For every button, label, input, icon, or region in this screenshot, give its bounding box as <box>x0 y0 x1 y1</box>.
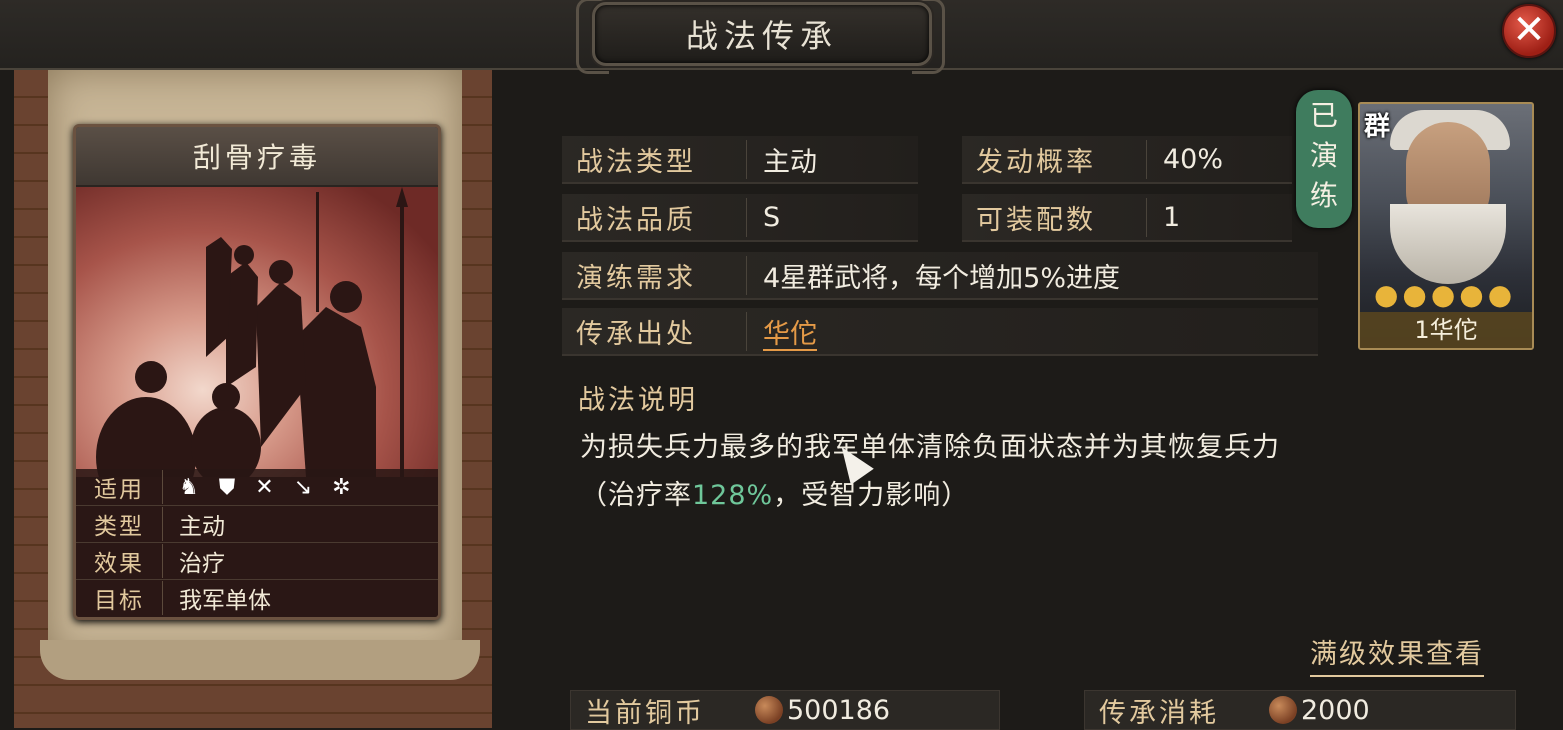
close-button[interactable]: ✕ <box>1502 4 1556 58</box>
description-text: 为损失兵力最多的我军单体清除负面状态并为其恢复兵力 （治疗率128%，受智力影响… <box>580 424 1480 520</box>
description-suffix: ，受智力影响） <box>773 480 970 511</box>
copper-coin-icon <box>1269 696 1297 724</box>
shield-icon: ⛊ <box>218 474 236 500</box>
soldiers-silhouette-art <box>96 187 408 517</box>
info-row-probability: 发动概率 40% <box>962 136 1292 184</box>
wheel-icon: ✲ <box>332 474 351 500</box>
skill-stats: 适用 ♞ ⛊ ✕ ↘ ✲ 类型 主动 效果 治疗 目标 我军单体 <box>76 469 438 617</box>
inherit-cost-bar: 传承消耗 2000 <box>1084 690 1516 730</box>
current-coins-bar: 当前铜币 500186 <box>570 690 1000 730</box>
stat-value: 我军单体 <box>179 588 271 614</box>
trained-badge: 已演练 <box>1296 90 1352 228</box>
heal-rate: 128% <box>692 480 774 511</box>
info-value: 主动 <box>763 146 817 178</box>
info-row-requirement: 演练需求 4星群武将，每个增加5%进度 <box>562 252 1318 300</box>
faction-label: 群 <box>1364 112 1391 142</box>
troop-types: ♞ ⛊ ✕ ↘ ✲ <box>163 475 351 500</box>
description-title: 战法说明 <box>578 385 698 416</box>
stat-key: 目标 <box>76 581 163 615</box>
info-key: 演练需求 <box>562 255 747 295</box>
info-row-quality: 战法品质 S <box>562 194 918 242</box>
stat-value: 主动 <box>179 514 225 540</box>
info-value: 1 <box>1163 201 1181 233</box>
stat-key: 适用 <box>76 470 163 504</box>
copper-coin-icon <box>755 696 783 724</box>
cost-label: 传承消耗 <box>1099 697 1219 729</box>
portrait-beard <box>1390 204 1506 284</box>
info-value: 40% <box>1163 143 1224 175</box>
description-prefix: （治疗率 <box>580 480 692 511</box>
info-key: 传承出处 <box>562 311 747 351</box>
skill-card[interactable]: 刮骨疗毒 适用 ♞ ⛊ ✕ ↘ ✲ 类型 主动 效果 治疗 目标 我军单体 <box>73 124 441 620</box>
cost-value: 2000 <box>1301 694 1370 726</box>
close-icon[interactable]: ✕ <box>1512 7 1546 53</box>
info-key: 发动概率 <box>962 139 1147 179</box>
skill-art <box>76 187 438 517</box>
stat-key: 类型 <box>76 507 163 541</box>
description-line-2: （治疗率128%，受智力影响） <box>580 472 1480 520</box>
stat-row-troops: 适用 ♞ ⛊ ✕ ↘ ✲ <box>76 469 438 506</box>
info-row-type: 战法类型 主动 <box>562 136 918 184</box>
info-key: 战法品质 <box>562 197 747 237</box>
trained-badge-text: 已演练 <box>1310 99 1339 212</box>
info-key: 战法类型 <box>562 139 747 179</box>
coins-value: 500186 <box>787 694 891 726</box>
info-value: S <box>763 201 781 233</box>
window-title: 战法传承 <box>592 2 932 66</box>
cavalry-icon: ♞ <box>179 474 199 500</box>
star-rating: ●●●●● <box>1374 278 1517 311</box>
general-name: 1华佗 <box>1360 312 1532 348</box>
source-general-link[interactable]: 华佗 <box>747 312 817 351</box>
bow-icon: ✕ <box>255 474 274 500</box>
info-key: 可装配数 <box>962 197 1147 237</box>
stat-value: 治疗 <box>179 551 225 577</box>
stat-row-effect: 效果 治疗 <box>76 543 438 580</box>
info-row-slots: 可装配数 1 <box>962 194 1292 242</box>
general-portrait[interactable]: 群 ●●●●● 1华佗 <box>1358 102 1534 350</box>
skill-name: 刮骨疗毒 <box>76 127 438 187</box>
scroll-roll <box>40 640 480 680</box>
stat-row-target: 目标 我军单体 <box>76 580 438 616</box>
coins-label: 当前铜币 <box>585 697 705 729</box>
view-max-level-button[interactable]: 满级效果查看 <box>1310 632 1484 677</box>
stat-row-type: 类型 主动 <box>76 506 438 543</box>
spear-icon: ↘ <box>293 474 313 500</box>
description-line-1: 为损失兵力最多的我军单体清除负面状态并为其恢复兵力 <box>580 432 1280 463</box>
info-value: 4星群武将，每个增加5%进度 <box>763 262 1121 294</box>
stat-key: 效果 <box>76 544 163 578</box>
info-row-source: 传承出处 华佗 <box>562 308 1318 356</box>
